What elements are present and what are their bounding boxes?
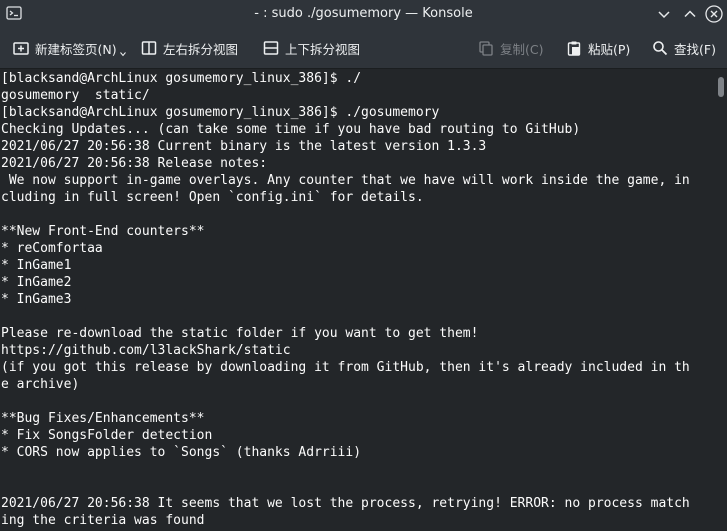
copy-icon xyxy=(479,41,493,56)
copy-button[interactable]: 复制(C) xyxy=(478,28,543,68)
terminal-line: gosumemory static/ xyxy=(1,88,150,103)
close-icon[interactable] xyxy=(704,4,724,24)
terminal-line: 2021/06/27 20:56:38 Release notes: xyxy=(1,156,268,171)
terminal-line: * InGame1 xyxy=(1,258,72,273)
new-tab-button[interactable]: 新建标签页(N) xyxy=(13,28,117,68)
terminal-line: Please re-download the static folder if … xyxy=(1,326,479,341)
terminal-line: **New Front-End counters** xyxy=(1,224,205,239)
terminal-line: Checking Updates... (can take some time … xyxy=(1,122,581,137)
new-tab-icon xyxy=(13,42,29,55)
terminal-line: 2021/06/27 20:56:38 Current binary is th… xyxy=(1,139,487,154)
paste-label: 粘贴(P) xyxy=(588,41,631,57)
split-top-bottom-label: 上下拆分视图 xyxy=(285,41,361,57)
terminal-output[interactable]: [blacksand@ArchLinux gosumemory_linux_38… xyxy=(0,69,715,531)
copy-label: 复制(C) xyxy=(500,41,544,57)
terminal-line: 2021/06/27 20:56:38 It seems that we los… xyxy=(1,496,690,511)
terminal-line: * InGame2 xyxy=(1,275,72,290)
terminal-line: (if you got this release by downloading … xyxy=(1,360,690,375)
split-top-bottom-button[interactable]: 上下拆分视图 xyxy=(263,28,360,68)
chevron-down-icon[interactable] xyxy=(654,4,674,24)
chevron-up-icon[interactable] xyxy=(680,4,700,24)
title-bar[interactable]: - : sudo ./gosumemory — Konsole xyxy=(0,0,727,28)
find-button[interactable]: 查找(F) xyxy=(652,28,716,68)
terminal-line: ing the criteria was found xyxy=(1,513,205,528)
terminal-line: * InGame3 xyxy=(1,292,72,307)
split-left-right-button[interactable]: 左右拆分视图 xyxy=(141,28,238,68)
terminal-line: [blacksand@ArchLinux gosumemory_linux_38… xyxy=(1,105,440,120)
search-icon xyxy=(653,41,668,56)
terminal-line: **Bug Fixes/Enhancements** xyxy=(1,411,205,426)
new-tab-label: 新建标签页(N) xyxy=(35,41,117,57)
scrollbar[interactable] xyxy=(715,69,727,531)
split-left-right-label: 左右拆分视图 xyxy=(163,41,239,57)
terminal-line: * CORS now applies to `Songs` (thanks Ad… xyxy=(1,445,362,460)
paste-button[interactable]: 粘贴(P) xyxy=(566,28,630,68)
terminal-line: * Fix SongsFolder detection xyxy=(1,428,213,443)
split-top-bottom-icon xyxy=(263,41,279,55)
scrollbar-thumb[interactable] xyxy=(718,77,724,97)
split-left-right-icon xyxy=(141,41,157,55)
dropdown-arrow-icon[interactable] xyxy=(120,51,126,57)
terminal-line: cluding in full screen! Open `config.ini… xyxy=(1,190,424,205)
terminal-line: https://github.com/l3lackShark/static xyxy=(1,343,291,358)
terminal-line: * reComfortaa xyxy=(1,241,103,256)
terminal-lines: [blacksand@ArchLinux gosumemory_linux_38… xyxy=(1,70,690,529)
paste-icon xyxy=(567,41,581,56)
find-label: 查找(F) xyxy=(674,41,716,57)
toolbar: 新建标签页(N) 左右拆分视图 上下拆分视图 复制(C) 粘贴(P) 查找(F) xyxy=(0,28,727,69)
window-title: - : sudo ./gosumemory — Konsole xyxy=(254,6,473,21)
terminal-line: We now support in-game overlays. Any cou… xyxy=(1,173,690,188)
terminal-line: [blacksand@ArchLinux gosumemory_linux_38… xyxy=(1,71,362,86)
terminal-line: e archive) xyxy=(1,377,80,392)
konsole-window: - : sudo ./gosumemory — Konsole 新建标签页(N) xyxy=(0,0,727,531)
